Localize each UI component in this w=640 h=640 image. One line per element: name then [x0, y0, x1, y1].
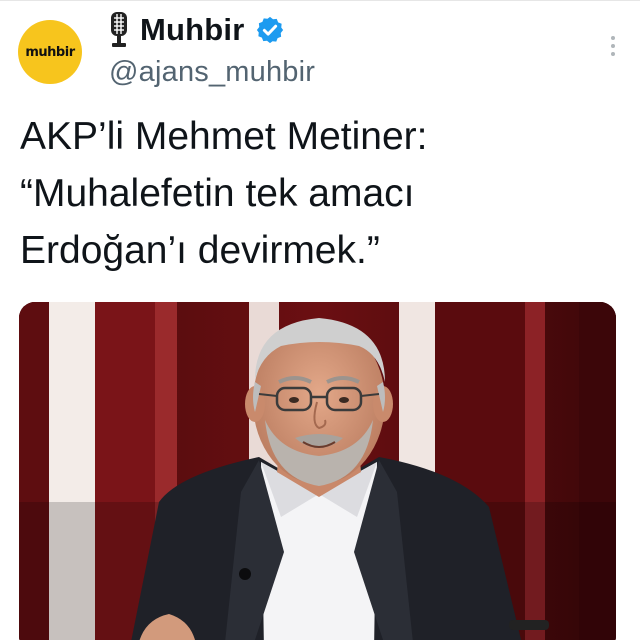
account-handle[interactable]: @ajans_muhbir — [109, 56, 315, 89]
tweet-card: muhbir Muhbir @ajans_muhbir AKP’li Mehme… — [0, 0, 640, 640]
display-name[interactable]: Muhbir — [140, 12, 245, 48]
tweet-text-line: “Muhalefetin tek amacı — [20, 172, 415, 215]
account-name-row[interactable]: Muhbir — [108, 8, 285, 52]
verified-badge-icon — [256, 16, 283, 44]
more-options-icon[interactable] — [608, 34, 618, 58]
avatar-logo-text: muhbir — [25, 44, 75, 60]
photo-illustration — [19, 302, 616, 640]
microphone-icon — [111, 12, 127, 47]
profile-avatar[interactable]: muhbir — [18, 20, 82, 84]
tweet-media-photo[interactable] — [19, 302, 616, 640]
tweet-text-line: Erdoğan’ı devirmek.” — [20, 229, 380, 272]
tweet-text: AKP’li Mehmet Metiner: “Muhalefetin tek … — [20, 108, 620, 279]
tweet-text-line: AKP’li Mehmet Metiner: — [20, 115, 428, 158]
top-divider — [0, 0, 640, 1]
